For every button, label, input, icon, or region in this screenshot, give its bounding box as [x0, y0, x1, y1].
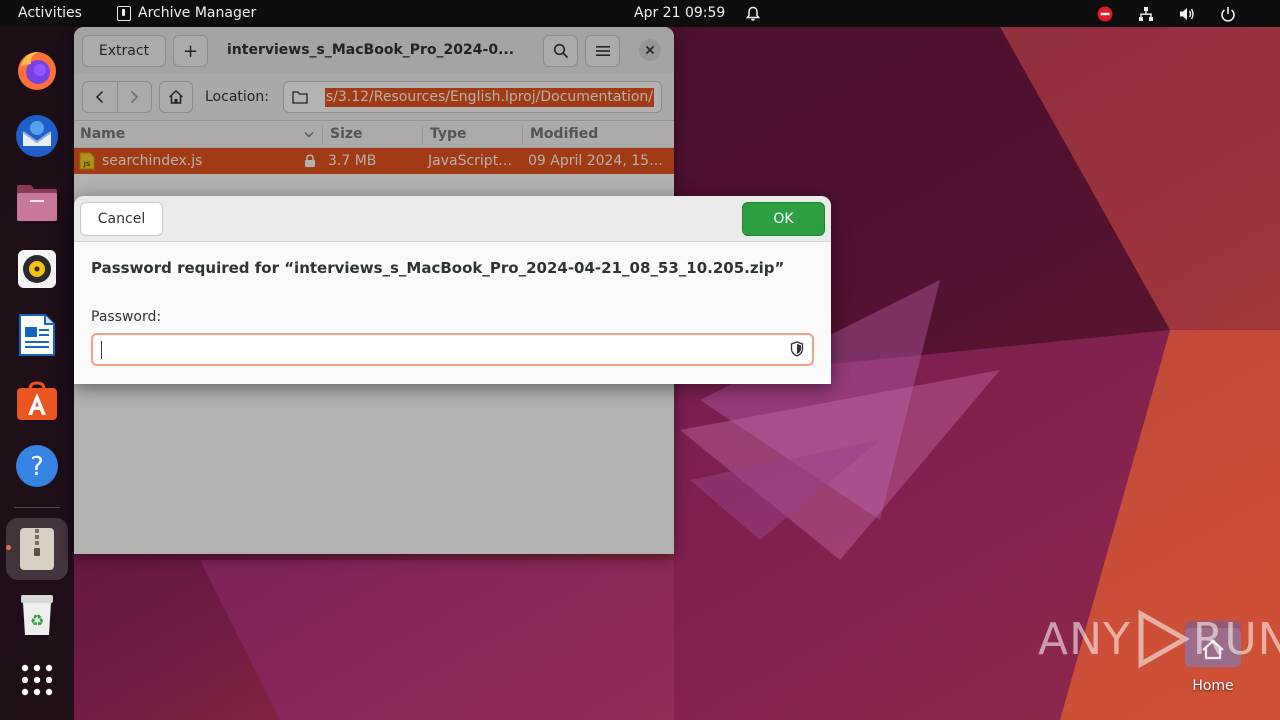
power-icon — [1220, 0, 1236, 27]
trash-icon: ♻ — [21, 595, 53, 635]
dock-item-libreoffice-writer[interactable] — [6, 304, 68, 366]
rhythmbox-icon — [18, 250, 56, 288]
clock-date: Apr 21 — [634, 5, 681, 21]
watermark-text-right: RUN — [1192, 613, 1280, 665]
dialog-message: Password required for “interviews_s_MacB… — [91, 259, 785, 277]
clock[interactable]: Apr 21 09:59 — [634, 0, 761, 27]
dock: ? ♻ — [0, 27, 74, 720]
shield-icon[interactable] — [790, 341, 804, 357]
files-icon — [17, 185, 57, 221]
svg-text:?: ? — [30, 452, 44, 482]
password-dialog: Cancel OK Password required for “intervi… — [74, 196, 831, 384]
firefox-icon — [18, 52, 56, 90]
clock-text: Apr 21 09:59 — [634, 0, 725, 27]
notification-bell-icon — [746, 0, 761, 27]
network-icon — [1138, 0, 1154, 27]
help-icon: ? — [16, 445, 58, 487]
clock-time: 09:59 — [684, 5, 726, 21]
dock-item-firefox[interactable] — [6, 39, 68, 101]
play-logo-icon — [1138, 609, 1190, 669]
dock-item-thunderbird[interactable] — [6, 105, 68, 167]
home-folder-label: Home — [1192, 678, 1234, 694]
app-menu[interactable]: Archive Manager — [117, 0, 256, 27]
ok-button[interactable]: OK — [742, 202, 825, 236]
writer-icon — [19, 314, 55, 356]
password-label: Password: — [91, 309, 162, 325]
archive-manager-icon — [20, 528, 54, 570]
dock-separator — [14, 507, 60, 508]
password-field[interactable] — [91, 333, 814, 366]
svg-text:♻: ♻ — [30, 611, 44, 630]
cancel-button[interactable]: Cancel — [80, 202, 163, 236]
dock-item-show-applications[interactable] — [6, 649, 68, 711]
dialog-headerbar: Cancel OK — [74, 196, 831, 242]
volume-icon — [1179, 0, 1195, 27]
dock-item-archive-manager[interactable] — [6, 518, 68, 580]
dock-item-ubuntu-software[interactable] — [6, 370, 68, 432]
dock-item-trash[interactable]: ♻ — [6, 584, 68, 646]
watermark-text-left: ANY — [1038, 613, 1131, 665]
app-grid-icon — [21, 664, 53, 696]
dock-item-rhythmbox[interactable] — [6, 238, 68, 300]
anyrun-watermark: ANY RUN — [1038, 608, 1280, 670]
system-tray[interactable] — [1097, 0, 1236, 27]
dock-item-help[interactable]: ? — [6, 435, 68, 497]
app-menu-label: Archive Manager — [138, 5, 257, 21]
activities-button[interactable]: Activities — [18, 0, 82, 27]
text-caret — [101, 341, 102, 359]
top-bar: Activities Archive Manager Apr 21 09:59 — [0, 0, 1280, 27]
dock-item-files[interactable] — [6, 172, 68, 234]
software-store-icon — [17, 381, 57, 420]
thunderbird-icon — [16, 115, 58, 157]
do-not-disturb-icon — [1097, 0, 1113, 27]
archive-manager-icon — [117, 6, 131, 21]
